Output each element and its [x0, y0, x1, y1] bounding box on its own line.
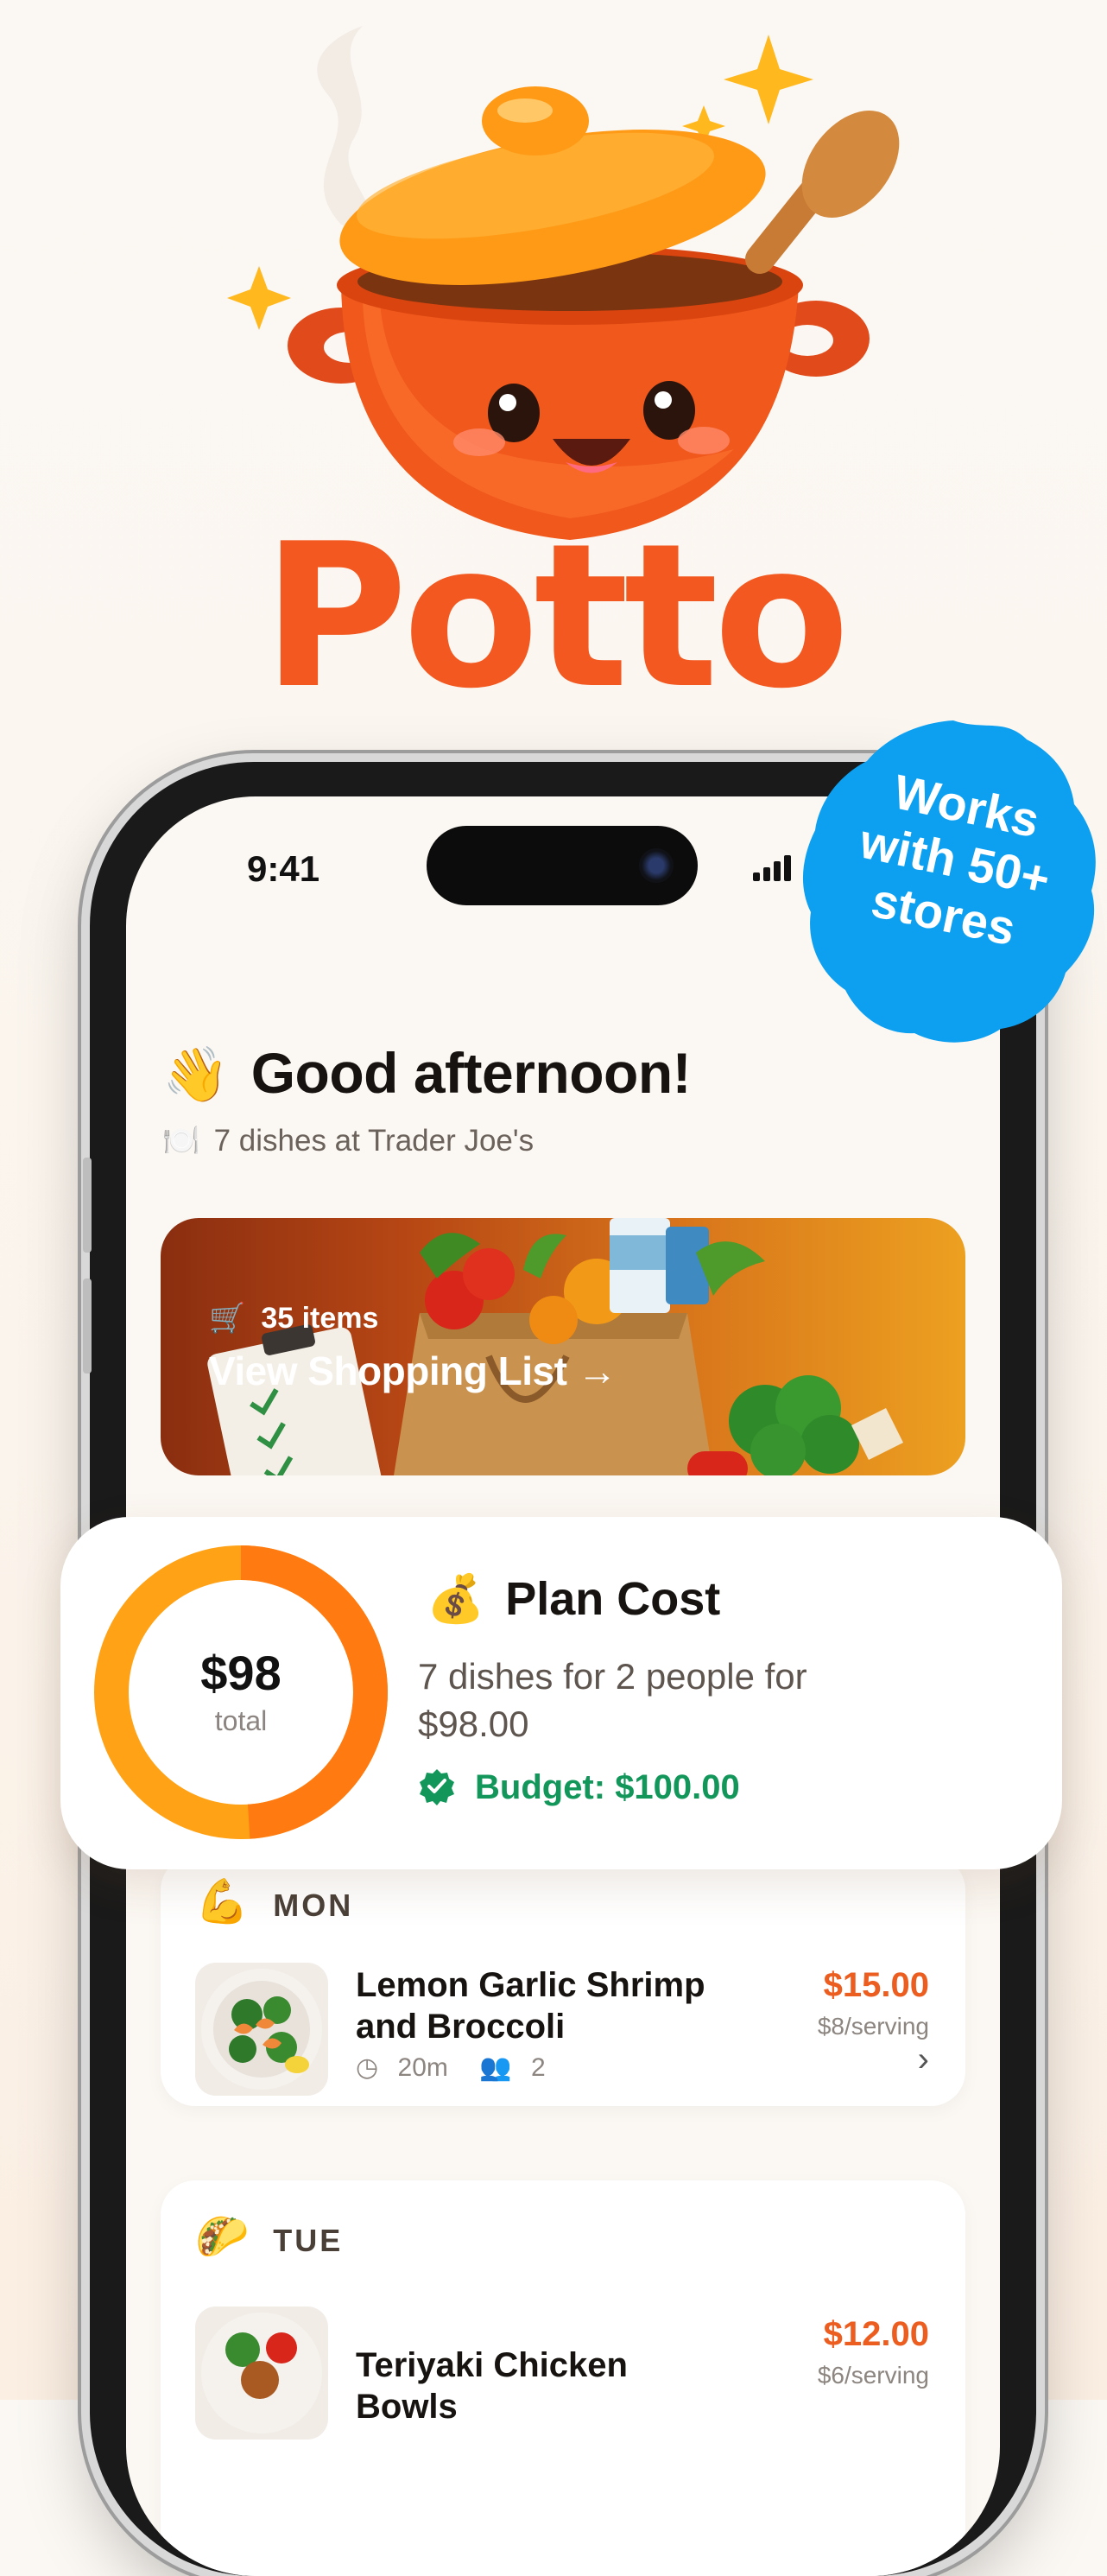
signal-icon — [753, 855, 791, 881]
plan-cost-description: 7 dishes for 2 people for $98.00 — [418, 1656, 807, 1744]
volume-button — [83, 1158, 92, 1253]
view-shopping-list-link[interactable]: View Shopping List → — [209, 1348, 617, 1394]
meal-price: $15.00 — [823, 1966, 929, 2004]
taco-icon: 🌮 — [195, 2212, 250, 2261]
meal-price-per-serving: $8/serving — [817, 2013, 929, 2040]
plan-cost-card[interactable]: $98 total 💰 Plan Cost 7 dishes for 2 peop… — [60, 1517, 1062, 1869]
meal-photo — [195, 1963, 328, 2096]
meal-name: Teriyaki Chicken Bowls — [356, 2346, 628, 2426]
volume-button — [83, 1278, 92, 1374]
cart-icon: 🛒 — [209, 1302, 246, 1335]
meal-photo — [195, 2306, 328, 2440]
chevron-right-icon[interactable]: › — [918, 2040, 929, 2079]
sparkle-icon — [227, 266, 291, 330]
budget-text: Budget: $100.00 — [475, 1768, 740, 1806]
camera-icon — [639, 848, 674, 883]
item-count-text: 35 items — [261, 1302, 379, 1335]
status-time: 9:41 — [247, 848, 320, 889]
waving-hand-icon: 👋 — [162, 1045, 229, 1105]
store-summary-text: 7 dishes at Trader Joe's — [213, 1124, 535, 1158]
meal-row[interactable]: Lemon Garlic Shrimp and Broccoli ◷ 20m 👥… — [161, 1959, 965, 2106]
greeting-heading: 👋 Good afternoon! — [162, 1040, 692, 1107]
day-card-mon: 💪 MON Lemon Garlic Shrimp and Broccoli ◷… — [161, 1856, 965, 2106]
store-summary: 🍽️ 7 dishes at Trader Joe's — [162, 1123, 534, 1158]
day-label: 🌮 TUE — [195, 2211, 343, 2262]
day-name: MON — [273, 1888, 354, 1923]
meal-price-per-serving: $6/serving — [817, 2362, 929, 2389]
clock-icon: ◷ — [356, 2053, 379, 2082]
shopping-list-banner[interactable]: 🛒 35 items View Shopping List → — [161, 1218, 965, 1475]
greeting-text: Good afternoon! — [250, 1041, 692, 1105]
plan-total-label: total — [214, 1705, 268, 1736]
plan-cost-heading: Plan Cost — [505, 1573, 721, 1625]
meal-name: Lemon Garlic Shrimp and Broccoli — [356, 1966, 705, 2046]
flexed-biceps-icon: 💪 — [195, 1877, 250, 1926]
budget-status: Budget: $100.00 — [418, 1767, 740, 1807]
plan-total: $98 — [200, 1646, 281, 1700]
meal-row[interactable]: Teriyaki Chicken Bowls $12.00 $6/serving — [161, 2306, 965, 2453]
plan-cost-title: 💰 Plan Cost — [427, 1572, 720, 1627]
meal-price: $12.00 — [823, 2315, 929, 2353]
day-name: TUE — [273, 2223, 344, 2258]
day-card-tue: 🌮 TUE Teriyaki Chicken Bowls $12.00 $6/se… — [161, 2180, 965, 2576]
app-wordmark: Potto — [262, 502, 851, 733]
item-count: 🛒 35 items — [209, 1301, 378, 1336]
meal-time: 20m — [397, 2053, 448, 2082]
meal-servings: 2 — [530, 2053, 546, 2082]
day-label: 💪 MON — [195, 1876, 353, 1927]
money-bag-icon: 💰 — [427, 1573, 485, 1625]
sparkle-icon — [724, 35, 813, 124]
groceries-illustration — [207, 1218, 903, 1475]
verified-check-icon — [420, 1769, 454, 1805]
plate-icon: 🍽️ — [162, 1124, 200, 1158]
meal-meta: ◷ 20m 👥 2 — [356, 2053, 546, 2083]
potto-mascot — [227, 26, 900, 540]
people-icon: 👥 — [479, 2053, 512, 2082]
